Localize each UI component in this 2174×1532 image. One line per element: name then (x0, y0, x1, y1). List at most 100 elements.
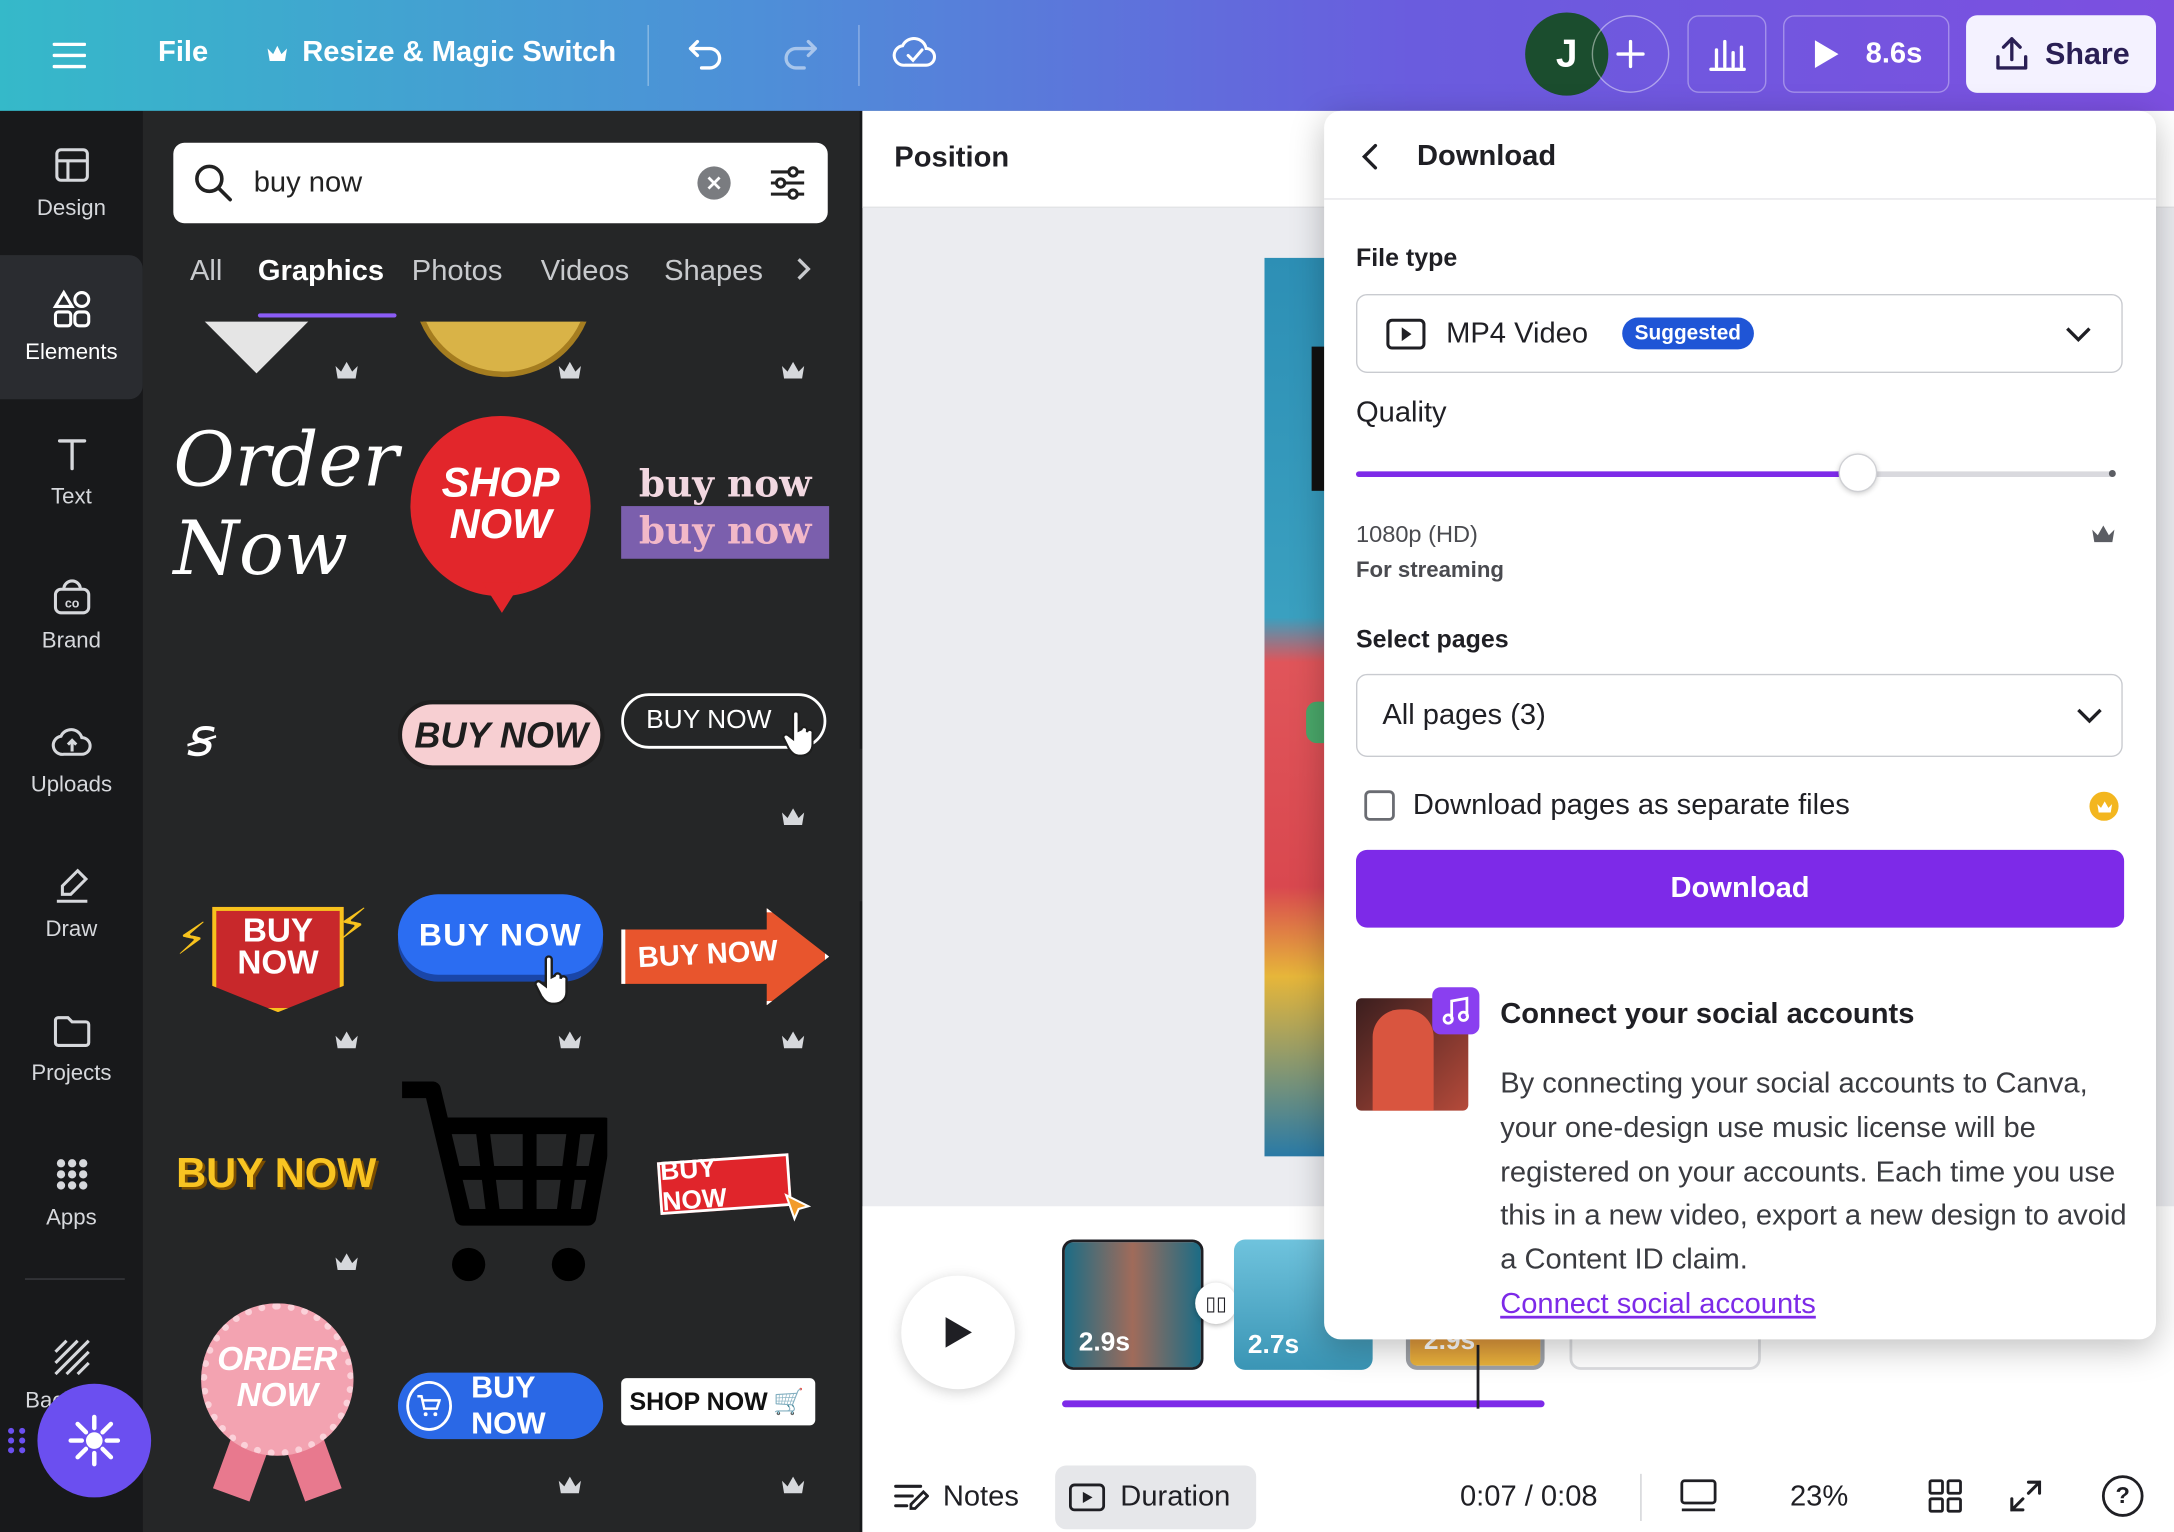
select-pages-label: Select pages (1355, 625, 1509, 654)
graphic-text: SHOP NOW (629, 1387, 768, 1415)
graphic-order-now-script[interactable]: Order Now (173, 416, 398, 617)
graphic-buy-now-outline[interactable]: BUY NOW (621, 693, 827, 757)
grid-view-button[interactable] (1927, 1478, 1963, 1522)
graphic-buy-now-stacked[interactable]: buy now buy now (621, 464, 830, 561)
tab-videos[interactable]: Videos (541, 255, 630, 288)
search-bar[interactable]: buy now (173, 142, 828, 224)
bar-chart-icon (1708, 39, 1746, 71)
rail-label: Apps (46, 1206, 97, 1230)
premium-crown-icon (558, 361, 581, 379)
download-button[interactable]: Download (1355, 849, 2125, 928)
crown-icon (267, 45, 288, 62)
magic-assistant-button[interactable] (37, 1383, 152, 1498)
rail-item-apps[interactable]: Apps (0, 1120, 143, 1264)
graphic-partial-seal[interactable] (399, 321, 600, 391)
drag-handle-icon[interactable] (6, 1425, 31, 1456)
premium-crown-icon (781, 1476, 805, 1494)
tab-shapes[interactable]: Shapes (664, 255, 763, 288)
duration-label: Duration (1120, 1480, 1231, 1513)
rail-item-brand[interactable]: co Brand (0, 544, 143, 688)
select-pages-dropdown[interactable]: All pages (3) (1355, 673, 2123, 758)
sparkle-gear-icon (68, 1414, 121, 1467)
page-view-button[interactable] (1678, 1477, 1720, 1524)
fullscreen-button[interactable] (2008, 1478, 2044, 1522)
tab-photos[interactable]: Photos (412, 255, 503, 288)
insights-button[interactable] (1687, 15, 1767, 93)
graphic-text: BUY NOW (414, 713, 589, 755)
quality-value: 1080p (HD) (1355, 521, 1478, 548)
brand-icon: co (53, 579, 90, 615)
resize-magic-switch-button[interactable]: Resize & Magic Switch (266, 36, 616, 69)
tab-all[interactable]: All (190, 255, 222, 288)
transition-button[interactable]: ▯▯ (1195, 1282, 1237, 1325)
graphic-text: BUY NOW (471, 1369, 546, 1441)
premium-crown-icon (558, 1476, 581, 1494)
quality-hint: For streaming (1355, 558, 1504, 583)
cart-icon (406, 1380, 452, 1431)
graphic-buy-now-yellow[interactable]: BUY NOW (176, 1151, 384, 1198)
graphic-buy-now-cart-button[interactable]: BUY NOW (397, 1369, 604, 1441)
svg-text:co: co (64, 596, 79, 610)
separate-files-checkbox[interactable] (1364, 790, 1395, 821)
present-play-button[interactable]: 8.6s (1783, 15, 1950, 93)
rail-label: Elements (25, 341, 118, 365)
rail-item-design[interactable]: Design (0, 111, 143, 255)
chevron-down-icon (2077, 708, 2102, 724)
graphic-shop-now-bubble[interactable]: SHOP NOW (410, 415, 591, 617)
rail-item-elements[interactable]: Elements (0, 255, 143, 400)
graphic-shop-now-cart[interactable]: SHOP NOW 🛒 (621, 1378, 816, 1426)
play-icon (945, 1317, 972, 1348)
graphic-partial-tag[interactable] (191, 321, 323, 391)
social-text: By connecting your social accounts to Ca… (1500, 1067, 2127, 1276)
share-button[interactable]: Share (1966, 15, 2157, 93)
rail-item-projects[interactable]: Projects (0, 976, 143, 1120)
timeline-play-button[interactable] (901, 1275, 1015, 1390)
filter-button[interactable] (767, 162, 809, 211)
connect-social-link[interactable]: Connect social accounts (1500, 1288, 1816, 1320)
search-input[interactable]: buy now (254, 166, 362, 199)
search-icon (195, 164, 232, 202)
music-note-badge (1432, 987, 1480, 1035)
graphic-buy-now-burst[interactable]: BUY NOW ⚡ ⚡ (173, 898, 381, 1020)
tab-graphics[interactable]: Graphics (258, 255, 384, 288)
quality-slider[interactable] (1355, 453, 2116, 493)
slider-end-dot (2108, 470, 2116, 477)
position-button[interactable]: Position (894, 141, 1009, 174)
shopping-cart-graphic[interactable] (397, 1081, 608, 1286)
add-collaborator-button[interactable] (1591, 15, 1670, 93)
timeline-clip[interactable]: 2.9s (1062, 1239, 1204, 1370)
chevron-right-icon (797, 258, 811, 280)
top-bar: File Resize & Magic Switch J 8.6s Share (0, 0, 2174, 111)
help-button[interactable]: ? (2101, 1475, 2144, 1517)
active-tab-indicator (257, 313, 397, 318)
rail-label: Projects (31, 1062, 112, 1086)
redo-button[interactable] (779, 31, 821, 73)
graphic-buy-now-arrow[interactable]: BUY NOW (621, 908, 830, 1006)
graphic-order-now-badge[interactable]: ORDER NOW (201, 1303, 354, 1511)
undo-button[interactable] (685, 31, 727, 73)
zoom-level[interactable]: 23% (1790, 1481, 1848, 1514)
file-type-select[interactable]: MP4 Video Suggested (1355, 293, 2123, 373)
duration-button[interactable]: Duration (1055, 1465, 1257, 1530)
graphic-text: BUY (242, 912, 314, 950)
rail-item-text[interactable]: Text (0, 399, 143, 543)
graphic-buy-now-red-tag[interactable]: BUY NOW (656, 1153, 792, 1218)
cloud-sync-status[interactable] (892, 31, 939, 73)
rail-item-draw[interactable]: Draw (0, 832, 143, 976)
notes-button[interactable]: Notes (893, 1481, 1019, 1514)
timeline-progress[interactable] (1062, 1400, 1545, 1408)
hamburger-menu-button[interactable] (42, 28, 97, 83)
back-button[interactable] (1360, 141, 1379, 178)
tabs-scroll-right-button[interactable] (794, 255, 813, 291)
transition-icon: ▯▯ (1205, 1291, 1227, 1314)
divider (1640, 1473, 1642, 1521)
graphic-buy-now-pill[interactable]: BUY NOW (397, 700, 605, 770)
rail-item-uploads[interactable]: Uploads (0, 688, 143, 832)
graphic-script-symbol[interactable]: ꞩ (184, 707, 211, 768)
premium-crown-icon (2092, 525, 2115, 543)
separate-files-label: Download pages as separate files (1412, 788, 1850, 821)
quality-slider-handle[interactable] (1838, 453, 1877, 493)
clear-search-button[interactable] (697, 166, 731, 200)
playhead[interactable] (1476, 1344, 1480, 1409)
file-menu[interactable]: File (158, 36, 208, 69)
